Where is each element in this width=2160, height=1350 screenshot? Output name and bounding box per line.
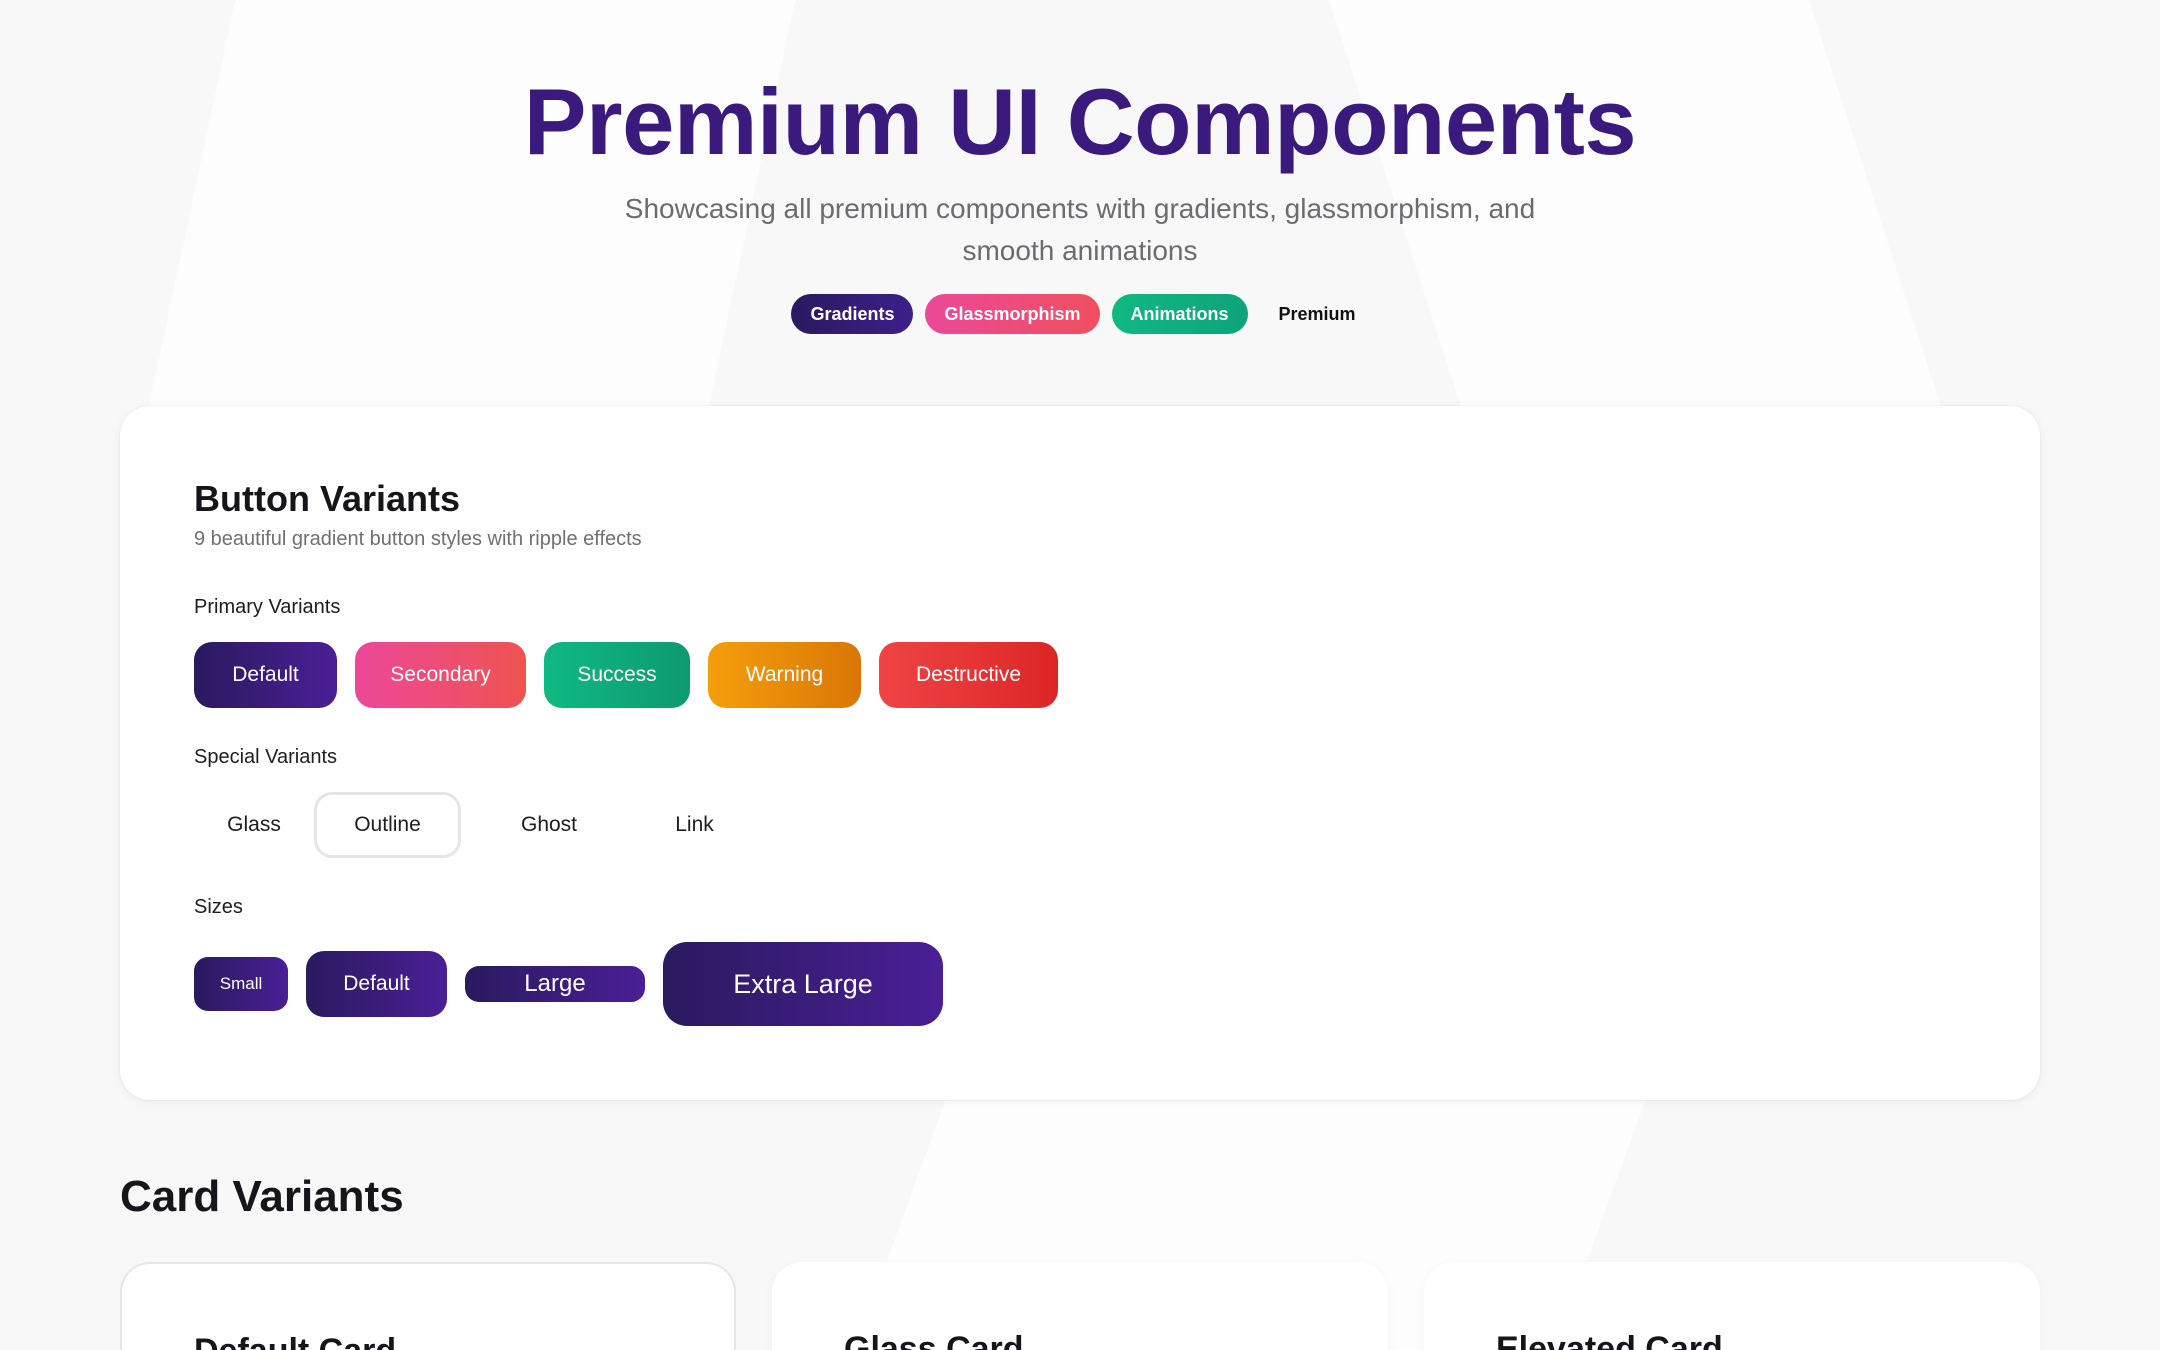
warning-button[interactable]: Warning — [708, 642, 861, 708]
primary-variants-row: Default Secondary Success Warning Destru… — [194, 642, 1076, 708]
special-variants-label: Special Variants — [194, 746, 338, 768]
sizes-row: Small Default Large Extra Large — [194, 942, 961, 1026]
page: Premium UI Components Showcasing all pre… — [0, 0, 2160, 1350]
link-button[interactable]: Link — [637, 792, 752, 858]
default-card: Default Card — [120, 1262, 736, 1350]
destructive-button[interactable]: Destructive — [879, 642, 1058, 708]
default-card-title: Default Card — [194, 1332, 396, 1350]
small-button[interactable]: Small — [194, 957, 288, 1011]
glass-card-title: Glass Card — [844, 1330, 1024, 1350]
extra-large-button[interactable]: Extra Large — [663, 942, 943, 1026]
default-button[interactable]: Default — [194, 642, 337, 708]
default-size-button[interactable]: Default — [306, 951, 447, 1017]
secondary-button[interactable]: Secondary — [355, 642, 526, 708]
section-subtitle: 9 beautiful gradient button styles with … — [194, 528, 642, 550]
glass-button[interactable]: Glass — [194, 792, 314, 858]
sizes-label: Sizes — [194, 896, 243, 918]
pill-gradients: Gradients — [791, 294, 914, 334]
success-button[interactable]: Success — [544, 642, 690, 708]
feature-pills: Gradients Glassmorphism Animations Premi… — [0, 294, 2160, 334]
primary-variants-label: Primary Variants — [194, 596, 341, 618]
pill-premium: Premium — [1278, 303, 1356, 324]
section-title: Button Variants — [194, 478, 461, 519]
outline-button[interactable]: Outline — [314, 792, 461, 858]
elevated-card: Elevated Card — [1424, 1262, 2040, 1350]
card-variants-title: Card Variants — [120, 1172, 404, 1221]
elevated-card-title: Elevated Card — [1496, 1330, 1723, 1350]
page-title: Premium UI Components — [523, 69, 1637, 174]
ghost-button[interactable]: Ghost — [479, 792, 619, 858]
special-variants-row: Glass Outline Ghost Link — [194, 792, 770, 858]
button-variants-card: Button Variants 9 beautiful gradient but… — [120, 406, 2040, 1100]
large-button[interactable]: Large — [465, 966, 645, 1002]
page-subtitle: Showcasing all premium components with g… — [624, 193, 1536, 266]
pill-animations: Animations — [1111, 294, 1248, 334]
pill-glassmorphism: Glassmorphism — [925, 294, 1100, 334]
glass-card: Glass Card — [772, 1262, 1388, 1350]
